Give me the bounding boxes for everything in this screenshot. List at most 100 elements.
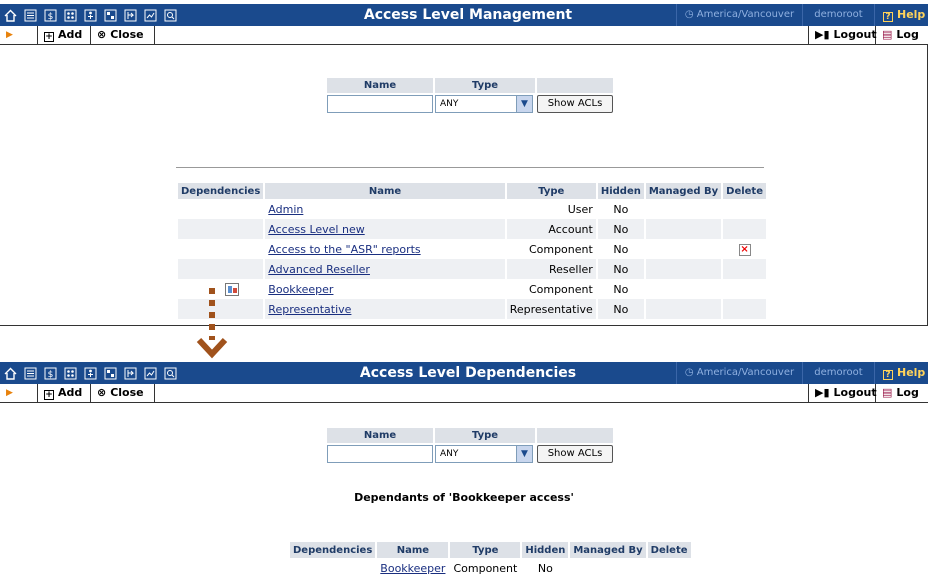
- col-dependencies[interactable]: Dependencies: [178, 183, 264, 199]
- help-link[interactable]: ? Help: [874, 4, 928, 26]
- home-icon[interactable]: [0, 362, 20, 384]
- col-type[interactable]: Type: [450, 542, 521, 558]
- filter-blank-header: [537, 428, 613, 443]
- export-icon[interactable]: [120, 4, 140, 26]
- acl-link[interactable]: Admin: [268, 203, 303, 216]
- network-icon[interactable]: [100, 362, 120, 384]
- grid-icon[interactable]: [60, 362, 80, 384]
- type-cell: Reseller: [506, 259, 596, 279]
- col-name[interactable]: Name: [377, 542, 449, 558]
- timezone-link[interactable]: ◷ America/Vancouver: [676, 4, 802, 26]
- table-row: Access Level new Account No: [178, 219, 766, 239]
- chart-icon[interactable]: [140, 362, 160, 384]
- log-icon: ▤: [882, 386, 893, 399]
- close-label: Close: [110, 386, 144, 399]
- access-level-management-window: $ Access Level Management ◷ America/Vanc…: [0, 4, 928, 326]
- hidden-cell: No: [613, 202, 629, 216]
- grid-icon[interactable]: [60, 4, 80, 26]
- dependencies-cell: [178, 239, 263, 259]
- dollar-icon[interactable]: $: [40, 4, 60, 26]
- acl-link[interactable]: Access Level new: [268, 223, 364, 236]
- page-title: Access Level Management: [363, 7, 573, 23]
- log-button[interactable]: ▤ Log: [876, 26, 928, 44]
- hidden-cell: No: [613, 242, 629, 256]
- delete-icon[interactable]: ×: [738, 244, 751, 256]
- timezone-label: America/Vancouver: [696, 9, 795, 20]
- nav-icon-group: $: [0, 362, 180, 384]
- acl-link[interactable]: Advanced Reseller: [268, 263, 370, 276]
- delete-cell: [723, 279, 766, 299]
- table-row: Bookkeeper Component No: [178, 279, 766, 299]
- hidden-cell: No: [597, 219, 644, 239]
- show-acls-button[interactable]: Show ACLs: [537, 95, 613, 113]
- network-icon[interactable]: [100, 4, 120, 26]
- col-type[interactable]: Type: [506, 183, 596, 199]
- name-cell: Bookkeeper: [377, 558, 448, 578]
- user-label[interactable]: demoroot: [802, 362, 874, 384]
- type-cell: Account: [506, 219, 596, 239]
- help-icon: ?: [883, 12, 893, 22]
- divider: [176, 167, 764, 168]
- close-button[interactable]: ⊗ Close: [91, 26, 155, 44]
- name-search-input[interactable]: [327, 95, 433, 113]
- add-icon: +: [44, 32, 54, 42]
- name-search-input[interactable]: [327, 445, 433, 463]
- col-hidden[interactable]: Hidden: [597, 183, 644, 199]
- dependencies-cell: [178, 199, 263, 219]
- chevron-down-icon: ▼: [516, 446, 532, 462]
- chart-icon[interactable]: [140, 4, 160, 26]
- logout-label: Logout: [833, 386, 877, 399]
- type-select[interactable]: ANY ▼: [435, 95, 533, 113]
- svg-text:$: $: [47, 12, 53, 22]
- acl-link[interactable]: Bookkeeper: [380, 562, 445, 575]
- person-icon[interactable]: [80, 362, 100, 384]
- logout-button[interactable]: ▶▮ Logout: [808, 26, 877, 44]
- help-link[interactable]: ? Help: [874, 362, 928, 384]
- type-cell: Component: [528, 282, 593, 296]
- log-button[interactable]: ▤ Log: [876, 384, 928, 402]
- logout-button[interactable]: ▶▮ Logout: [808, 384, 877, 402]
- action-toolbar: ▶ + Add ⊗ Close ▶▮ Logout ▤ Log: [0, 26, 928, 45]
- logout-label: Logout: [833, 28, 877, 41]
- col-name[interactable]: Name: [265, 183, 505, 199]
- person-icon[interactable]: [80, 4, 100, 26]
- managed-by-cell: [646, 199, 721, 219]
- home-icon[interactable]: [0, 4, 20, 26]
- managed-by-cell: [646, 279, 721, 299]
- add-button[interactable]: + Add: [38, 26, 91, 44]
- show-acls-button[interactable]: Show ACLs: [537, 445, 613, 463]
- name-cell: Bookkeeper: [265, 279, 504, 299]
- dollar-icon[interactable]: $: [40, 362, 60, 384]
- name-cell: Access Level new: [265, 219, 505, 239]
- timezone-link[interactable]: ◷ America/Vancouver: [676, 362, 802, 384]
- add-button[interactable]: + Add: [38, 384, 91, 402]
- acl-link[interactable]: Access to the "ASR" reports: [268, 243, 420, 256]
- delete-cell: [723, 299, 766, 319]
- close-button[interactable]: ⊗ Close: [91, 384, 155, 402]
- expand-arrow-icon[interactable]: ▶: [0, 26, 38, 44]
- list-icon[interactable]: [20, 362, 40, 384]
- managed-by-cell: [646, 239, 721, 259]
- col-managed-by: Managed By: [645, 183, 722, 199]
- name-cell: Advanced Reseller: [265, 259, 505, 279]
- acl-link[interactable]: Bookkeeper: [268, 283, 333, 296]
- delete-cell: [648, 558, 691, 578]
- search-icon[interactable]: [160, 4, 180, 26]
- export-icon[interactable]: [120, 362, 140, 384]
- filter-type-header: Type: [435, 428, 535, 443]
- list-icon[interactable]: [20, 4, 40, 26]
- acl-link[interactable]: Representative: [268, 303, 351, 316]
- col-managed-by: Managed By: [570, 542, 646, 558]
- search-icon[interactable]: [160, 362, 180, 384]
- dependencies-cell: [178, 219, 264, 239]
- managed-by-cell: [645, 299, 722, 319]
- col-dependencies[interactable]: Dependencies: [290, 542, 376, 558]
- col-hidden[interactable]: Hidden: [522, 542, 569, 558]
- expand-arrow-icon[interactable]: ▶: [0, 384, 38, 402]
- type-select[interactable]: ANY ▼: [435, 445, 533, 463]
- delete-cell: [723, 199, 766, 219]
- flow-arrow-icon: [196, 288, 228, 359]
- help-label: Help: [897, 8, 926, 21]
- user-label[interactable]: demoroot: [802, 4, 874, 26]
- log-icon: ▤: [882, 28, 893, 41]
